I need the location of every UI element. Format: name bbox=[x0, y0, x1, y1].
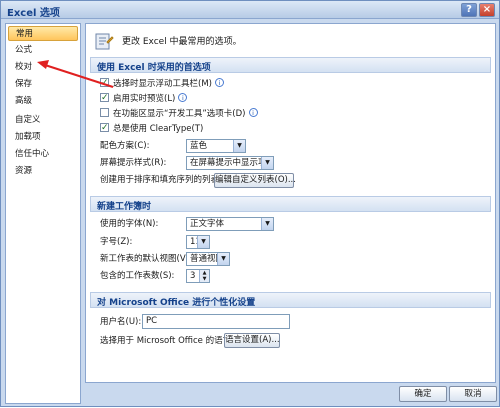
language-label: 选择用于 Microsoft Office 的语言: bbox=[100, 336, 234, 346]
sidebar-item-addins[interactable]: 加载项 bbox=[8, 130, 78, 145]
chevron-down-icon[interactable]: ▼ bbox=[197, 236, 209, 248]
help-button[interactable]: ? bbox=[461, 3, 477, 17]
sidebar-item-proofing[interactable]: 校对 bbox=[8, 60, 78, 75]
page-header: 更改 Excel 中最常用的选项。 bbox=[122, 37, 242, 47]
chevron-down-icon[interactable]: ▼ bbox=[261, 157, 273, 169]
checkbox-row-live-preview[interactable]: 启用实时预览(L)i bbox=[100, 91, 188, 106]
section-new-workbook-header: 新建工作簿时 bbox=[90, 196, 491, 212]
live-preview-label: 启用实时预览(L) bbox=[113, 94, 176, 104]
excel-options-window: Excel 选项 ? × 常用 公式 校对 保存 高级 自定义 加载项 信任中心… bbox=[0, 0, 500, 407]
chevron-down-icon[interactable]: ▼ bbox=[261, 218, 273, 230]
sidebar-item-save[interactable]: 保存 bbox=[8, 77, 78, 92]
developer-tab-checkbox[interactable] bbox=[100, 108, 109, 117]
section-new-workbook-title: 新建工作簿时 bbox=[97, 202, 152, 212]
font-size-select[interactable]: 11 ▼ bbox=[186, 235, 210, 249]
edit-custom-lists-button[interactable]: 编辑自定义列表(O)... bbox=[214, 173, 296, 188]
sidebar-item-resources[interactable]: 资源 bbox=[8, 164, 78, 179]
language-settings-button[interactable]: 语言设置(A)... bbox=[224, 333, 280, 348]
sidebar-item-trust-center[interactable]: 信任中心 bbox=[8, 147, 78, 162]
screentip-style-select[interactable]: 在屏幕提示中显示功能说明 ▼ bbox=[186, 156, 274, 170]
section-preferences-title: 使用 Excel 时采用的首选项 bbox=[97, 63, 211, 73]
ok-button[interactable]: 确定 bbox=[399, 386, 447, 402]
font-size-label: 字号(Z): bbox=[100, 237, 133, 247]
default-font-value: 正文字体 bbox=[190, 219, 225, 229]
sheet-count-label: 包含的工作表数(S): bbox=[100, 271, 175, 281]
mini-toolbar-checkbox[interactable] bbox=[100, 76, 109, 90]
sidebar-item-formulas[interactable]: 公式 bbox=[8, 43, 78, 58]
default-view-select[interactable]: 普通视图 ▼ bbox=[186, 252, 230, 266]
general-options-icon bbox=[95, 33, 114, 50]
cleartype-checkbox[interactable] bbox=[100, 121, 109, 135]
sidebar-item-general[interactable]: 常用 bbox=[8, 26, 78, 41]
options-content-panel: 更改 Excel 中最常用的选项。 使用 Excel 时采用的首选项 选择时显示… bbox=[85, 23, 496, 383]
developer-tab-label: 在功能区显示“开发工具”选项卡(D) bbox=[113, 109, 246, 119]
info-icon: i bbox=[248, 108, 258, 117]
sidebar-item-advanced[interactable]: 高级 bbox=[8, 94, 78, 109]
live-preview-checkbox[interactable] bbox=[100, 91, 109, 105]
color-scheme-value: 蓝色 bbox=[190, 141, 208, 151]
chevron-down-icon[interactable]: ▼ bbox=[217, 253, 229, 265]
checkbox-row-developer-tab[interactable]: 在功能区显示“开发工具”选项卡(D) i bbox=[100, 107, 258, 121]
chevron-down-icon[interactable]: ▼ bbox=[233, 140, 245, 152]
info-icon: i bbox=[214, 78, 224, 87]
color-scheme-select[interactable]: 蓝色 ▼ bbox=[186, 139, 246, 153]
default-view-label: 新工作表的默认视图(V): bbox=[100, 254, 192, 264]
sidebar-item-customize[interactable]: 自定义 bbox=[8, 113, 78, 128]
title-bar: Excel 选项 ? × bbox=[1, 1, 499, 19]
options-sidebar: 常用 公式 校对 保存 高级 自定义 加载项 信任中心 资源 bbox=[5, 23, 81, 404]
color-scheme-label: 配色方案(C): bbox=[100, 141, 150, 151]
screentip-style-label: 屏幕提示样式(R): bbox=[100, 158, 167, 168]
section-personalize-title: 对 Microsoft Office 进行个性化设置 bbox=[97, 298, 256, 308]
cleartype-label: 总是使用 ClearType(T) bbox=[113, 124, 204, 134]
custom-list-label: 创建用于排序和填充序列的列表: bbox=[100, 175, 222, 185]
window-title: Excel 选项 bbox=[7, 8, 60, 19]
username-input[interactable]: PC bbox=[142, 314, 290, 329]
spin-down-icon[interactable]: ▼ bbox=[199, 276, 209, 282]
section-preferences-header: 使用 Excel 时采用的首选项 bbox=[90, 57, 491, 73]
default-font-label: 使用的字体(N): bbox=[100, 219, 159, 229]
username-label: 用户名(U): bbox=[100, 317, 142, 327]
checkbox-row-cleartype[interactable]: 总是使用 ClearType(T) bbox=[100, 121, 204, 136]
info-icon: i bbox=[178, 93, 188, 102]
sheet-count-value: 3 bbox=[190, 271, 196, 281]
checkbox-row-mini-toolbar[interactable]: 选择时显示浮动工具栏(M)i bbox=[100, 76, 224, 91]
default-font-select[interactable]: 正文字体 ▼ bbox=[186, 217, 274, 231]
close-button[interactable]: × bbox=[479, 3, 495, 17]
mini-toolbar-label: 选择时显示浮动工具栏(M) bbox=[113, 79, 212, 89]
sheet-count-spinner[interactable]: 3 ▲ ▼ bbox=[186, 269, 210, 283]
cancel-button[interactable]: 取消 bbox=[449, 386, 497, 402]
section-personalize-header: 对 Microsoft Office 进行个性化设置 bbox=[90, 292, 491, 308]
